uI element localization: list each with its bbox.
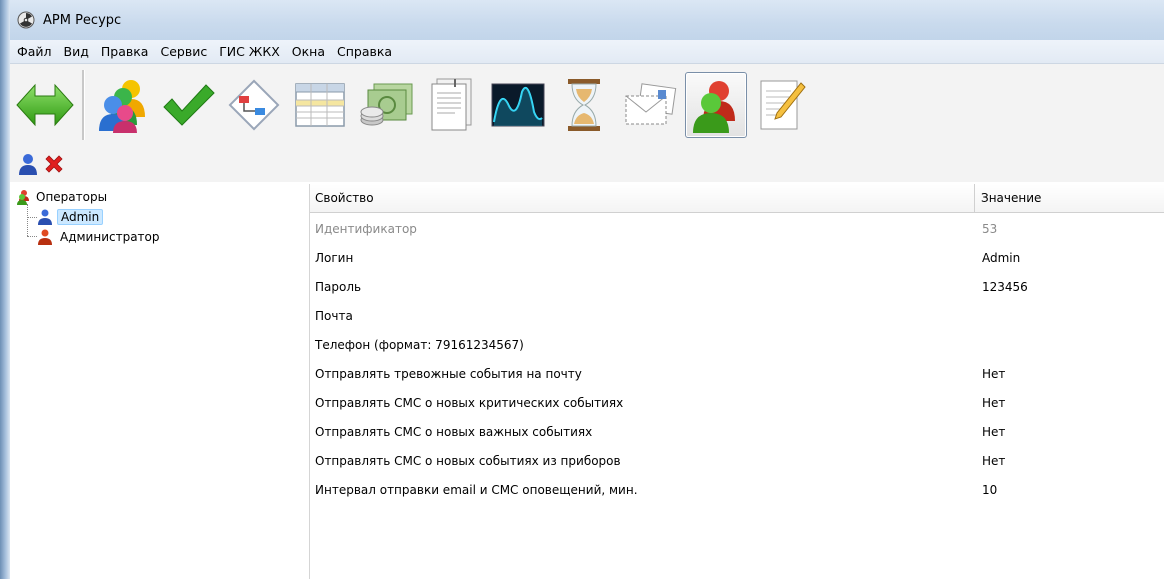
operators-tree: Операторы Admin Администратор: [10, 184, 310, 579]
add-user-icon: [19, 154, 37, 175]
operators-icon: [17, 190, 29, 205]
waveform-chart-icon: [491, 83, 545, 127]
content-area: Операторы Admin Администратор Свойство З…: [10, 184, 1164, 579]
tree-item-administrator[interactable]: Администратор: [38, 228, 163, 246]
tree-item-label: Admin: [57, 209, 104, 225]
property-name: Почта: [315, 309, 353, 323]
users-group-icon: [99, 80, 145, 133]
property-name: Отправлять СМС о новых событиях из прибо…: [315, 454, 621, 468]
property-value[interactable]: 10: [982, 476, 997, 505]
property-row-password[interactable]: Пароль 123456: [310, 273, 1164, 302]
hourglass-icon: [568, 79, 600, 131]
property-name: Телефон (формат: 79161234567): [315, 338, 524, 352]
property-row-sms-critical[interactable]: Отправлять СМС о новых критических событ…: [310, 389, 1164, 418]
menu-help[interactable]: Справка: [331, 44, 398, 59]
envelope-letters-icon: [625, 83, 677, 125]
property-row-sms-devices[interactable]: Отправлять СМС о новых событиях из прибо…: [310, 447, 1164, 476]
desktop-edge: [0, 0, 10, 579]
main-toolbar: [10, 64, 1164, 146]
menu-view[interactable]: Вид: [58, 44, 95, 59]
toolbar-button-history[interactable]: [553, 72, 615, 138]
menu-gis-zhkh[interactable]: ГИС ЖКХ: [213, 44, 286, 59]
operators-icon: [693, 81, 735, 133]
column-header-value[interactable]: Значение: [975, 184, 1164, 212]
operators-toolbar: [10, 146, 1164, 182]
toolbar-button-exchange[interactable]: [14, 72, 76, 138]
money-coins-icon: [360, 83, 413, 126]
user-red-icon: [38, 229, 52, 245]
property-value[interactable]: 123456: [982, 273, 1028, 302]
delete-x-icon: [45, 155, 63, 173]
menu-file[interactable]: Файл: [10, 44, 58, 59]
property-value[interactable]: Нет: [982, 418, 1005, 447]
menu-windows[interactable]: Окна: [286, 44, 331, 59]
tree-root-label: Операторы: [36, 190, 108, 204]
property-row-notify-interval[interactable]: Интервал отправки email и СМС оповещений…: [310, 476, 1164, 505]
tree-connector: [27, 236, 37, 237]
property-name: Интервал отправки email и СМС оповещений…: [315, 483, 638, 497]
tree-item-label: Администратор: [60, 230, 160, 244]
tree-item-admin[interactable]: Admin: [38, 208, 104, 226]
toolbar-button-operators[interactable]: [685, 72, 747, 138]
menu-service[interactable]: Сервис: [154, 44, 213, 59]
checkmark-icon: [163, 84, 215, 126]
menu-bar: Файл Вид Правка Сервис ГИС ЖКХ Окна Спра…: [10, 40, 1164, 64]
property-name: Отправлять СМС о новых важных событиях: [315, 425, 593, 439]
property-row-alarm-email[interactable]: Отправлять тревожные события на почту Не…: [310, 360, 1164, 389]
property-value[interactable]: Нет: [982, 447, 1005, 476]
flowchart-icon: [228, 79, 280, 131]
toolbar-button-users[interactable]: [91, 72, 153, 138]
toolbar-button-money[interactable]: [355, 72, 417, 138]
property-row-sms-important[interactable]: Отправлять СМС о новых важных событиях Н…: [310, 418, 1164, 447]
property-row-login[interactable]: Логин Admin: [310, 244, 1164, 273]
tree-connector: [27, 217, 37, 218]
property-grid: Свойство Значение Идентификатор 53 Логин…: [310, 184, 1164, 579]
toolbar-button-documents[interactable]: [421, 72, 483, 138]
app-window: АРМ Ресурс Файл Вид Правка Сервис ГИС ЖК…: [10, 0, 1164, 579]
menu-edit[interactable]: Правка: [95, 44, 155, 59]
toolbar-button-notes[interactable]: [751, 72, 813, 138]
user-blue-icon: [38, 209, 52, 225]
window-title: АРМ Ресурс: [43, 12, 122, 28]
property-value[interactable]: Нет: [982, 360, 1005, 389]
property-row-id[interactable]: Идентификатор 53: [310, 215, 1164, 244]
property-row-phone[interactable]: Телефон (формат: 79161234567): [310, 331, 1164, 360]
property-name: Отправлять тревожные события на почту: [315, 367, 582, 381]
green-double-arrow-icon: [16, 83, 74, 127]
toolbar-button-scheme[interactable]: [223, 72, 285, 138]
title-bar[interactable]: АРМ Ресурс: [10, 0, 1164, 40]
toolbar-separator: [82, 70, 85, 140]
notepad-pencil-icon: [760, 80, 806, 130]
radiation-icon: [17, 11, 35, 29]
property-name: Отправлять СМС о новых критических событ…: [315, 396, 624, 410]
column-header-property[interactable]: Свойство: [310, 184, 975, 212]
toolbar-button-check[interactable]: [157, 72, 219, 138]
property-value[interactable]: Admin: [982, 244, 1020, 273]
property-name: Пароль: [315, 280, 362, 294]
property-name: Логин: [315, 251, 354, 265]
delete-operator-button[interactable]: [43, 153, 65, 175]
property-row-email[interactable]: Почта: [310, 302, 1164, 331]
tree-connector: [27, 204, 28, 236]
documents-icon: [431, 78, 472, 131]
property-value: 53: [982, 222, 998, 236]
toolbar-button-chart[interactable]: [487, 72, 549, 138]
property-value[interactable]: Нет: [982, 389, 1005, 418]
grid-rows: Идентификатор 53 Логин Admin Пароль 1234…: [310, 215, 1164, 505]
tree-root-operators[interactable]: Операторы: [16, 188, 107, 206]
table-icon: [295, 83, 345, 127]
grid-header: Свойство Значение: [310, 184, 1164, 213]
toolbar-button-mail[interactable]: [619, 72, 681, 138]
property-name: Идентификатор: [315, 222, 417, 236]
add-operator-button[interactable]: [17, 153, 39, 175]
toolbar-button-table[interactable]: [289, 72, 351, 138]
